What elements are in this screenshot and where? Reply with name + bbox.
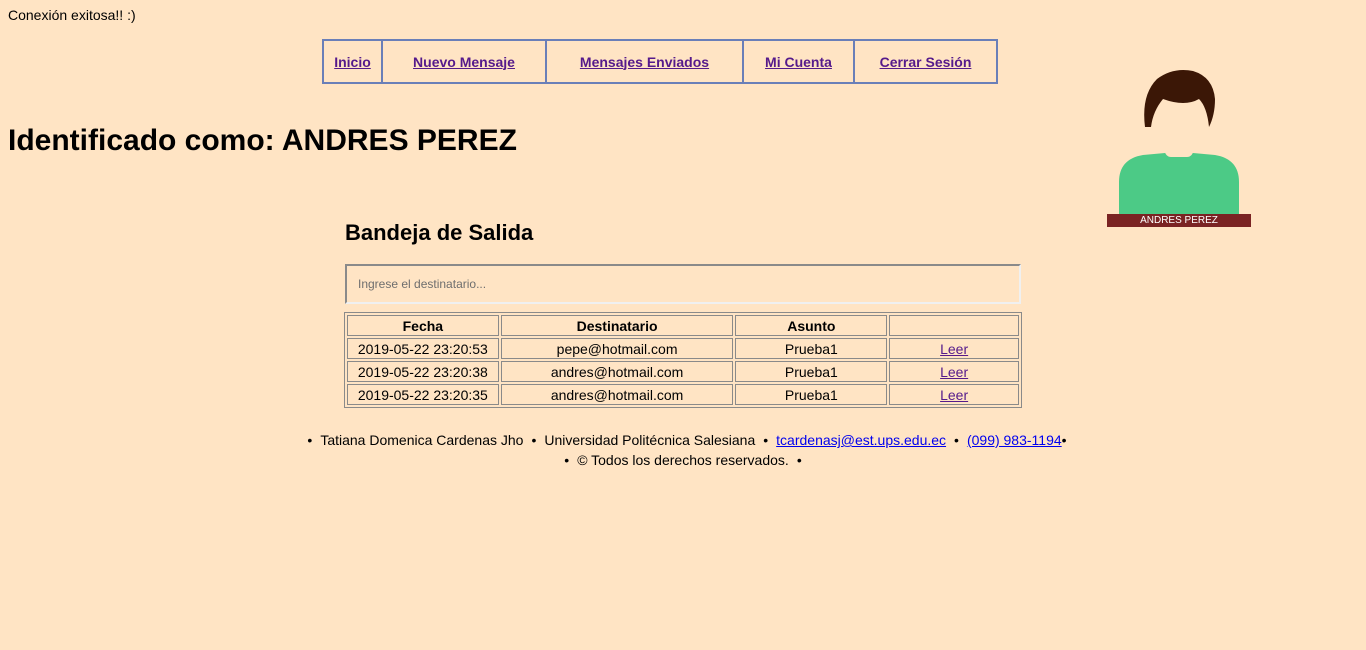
nav-inicio[interactable]: Inicio [324,41,383,82]
user-avatar-icon [1119,70,1239,214]
cell-destinatario: pepe@hotmail.com [500,338,734,359]
table-row: 2019-05-22 23:20:53 pepe@hotmail.com Pru… [347,338,1019,359]
outbox-table: Fecha Destinatario Asunto 2019-05-22 23:… [344,312,1022,408]
footer-bullet: • [763,432,769,448]
cell-fecha: 2019-05-22 23:20:35 [347,384,499,405]
footer-bullet: • [796,452,802,468]
read-message-link[interactable]: Leer [940,364,968,380]
footer-bullet: • [307,432,313,448]
table-row: 2019-05-22 23:20:35 andres@hotmail.com P… [347,384,1019,405]
footer-author: Tatiana Domenica Cardenas Jho [320,432,524,448]
table-header-row: Fecha Destinatario Asunto [347,315,1019,336]
column-header-fecha: Fecha [347,315,499,336]
nav-mi-cuenta[interactable]: Mi Cuenta [744,41,855,82]
footer-phone-link[interactable]: (099) 983-1194 [967,432,1062,448]
cell-destinatario: andres@hotmail.com [500,384,734,405]
cell-destinatario: andres@hotmail.com [500,361,734,382]
footer-email-link[interactable]: tcardenasj@est.ups.edu.ec [776,432,946,448]
outbox-title: Bandeja de Salida [345,220,534,245]
cell-fecha: 2019-05-22 23:20:53 [347,338,499,359]
avatar-name-label: ANDRES PEREZ [1107,214,1251,227]
nav-nuevo-mensaje[interactable]: Nuevo Mensaje [383,41,547,82]
footer-line-contact: • Tatiana Domenica Cardenas Jho • Universid… [0,430,1366,450]
column-header-destinatario: Destinatario [500,315,734,336]
nav-mensajes-enviados[interactable]: Mensajes Enviados [547,41,744,82]
footer-bullet: • [531,432,537,448]
footer-bullet: • [1061,432,1067,448]
footer-bullet: • [954,432,959,448]
cell-asunto: Prueba1 [735,338,888,359]
user-avatar: ANDRES PEREZ [1107,67,1251,227]
identified-user-heading: Identificado como: ANDRES PEREZ [8,124,517,157]
column-header-action [889,315,1019,336]
nav-cerrar-sesion[interactable]: Cerrar Sesión [855,41,996,82]
read-message-link[interactable]: Leer [940,387,968,403]
cell-asunto: Prueba1 [735,384,888,405]
recipient-search-input[interactable] [345,264,1021,304]
column-header-asunto: Asunto [735,315,888,336]
cell-asunto: Prueba1 [735,361,888,382]
cell-action: Leer [889,338,1019,359]
table-row: 2019-05-22 23:20:38 andres@hotmail.com P… [347,361,1019,382]
cell-fecha: 2019-05-22 23:20:38 [347,361,499,382]
cell-action: Leer [889,384,1019,405]
footer-line-copyright: • © Todos los derechos reservados. • [0,450,1366,470]
cell-action: Leer [889,361,1019,382]
page-footer: • Tatiana Domenica Cardenas Jho • Universid… [0,430,1366,470]
footer-copyright: © Todos los derechos reservados. [577,452,789,468]
read-message-link[interactable]: Leer [940,341,968,357]
main-nav: Inicio Nuevo Mensaje Mensajes Enviados M… [322,39,998,84]
footer-university: Universidad Politécnica Salesiana [544,432,756,448]
footer-bullet: • [564,452,570,468]
connection-status: Conexión exitosa!! :) [8,7,136,23]
